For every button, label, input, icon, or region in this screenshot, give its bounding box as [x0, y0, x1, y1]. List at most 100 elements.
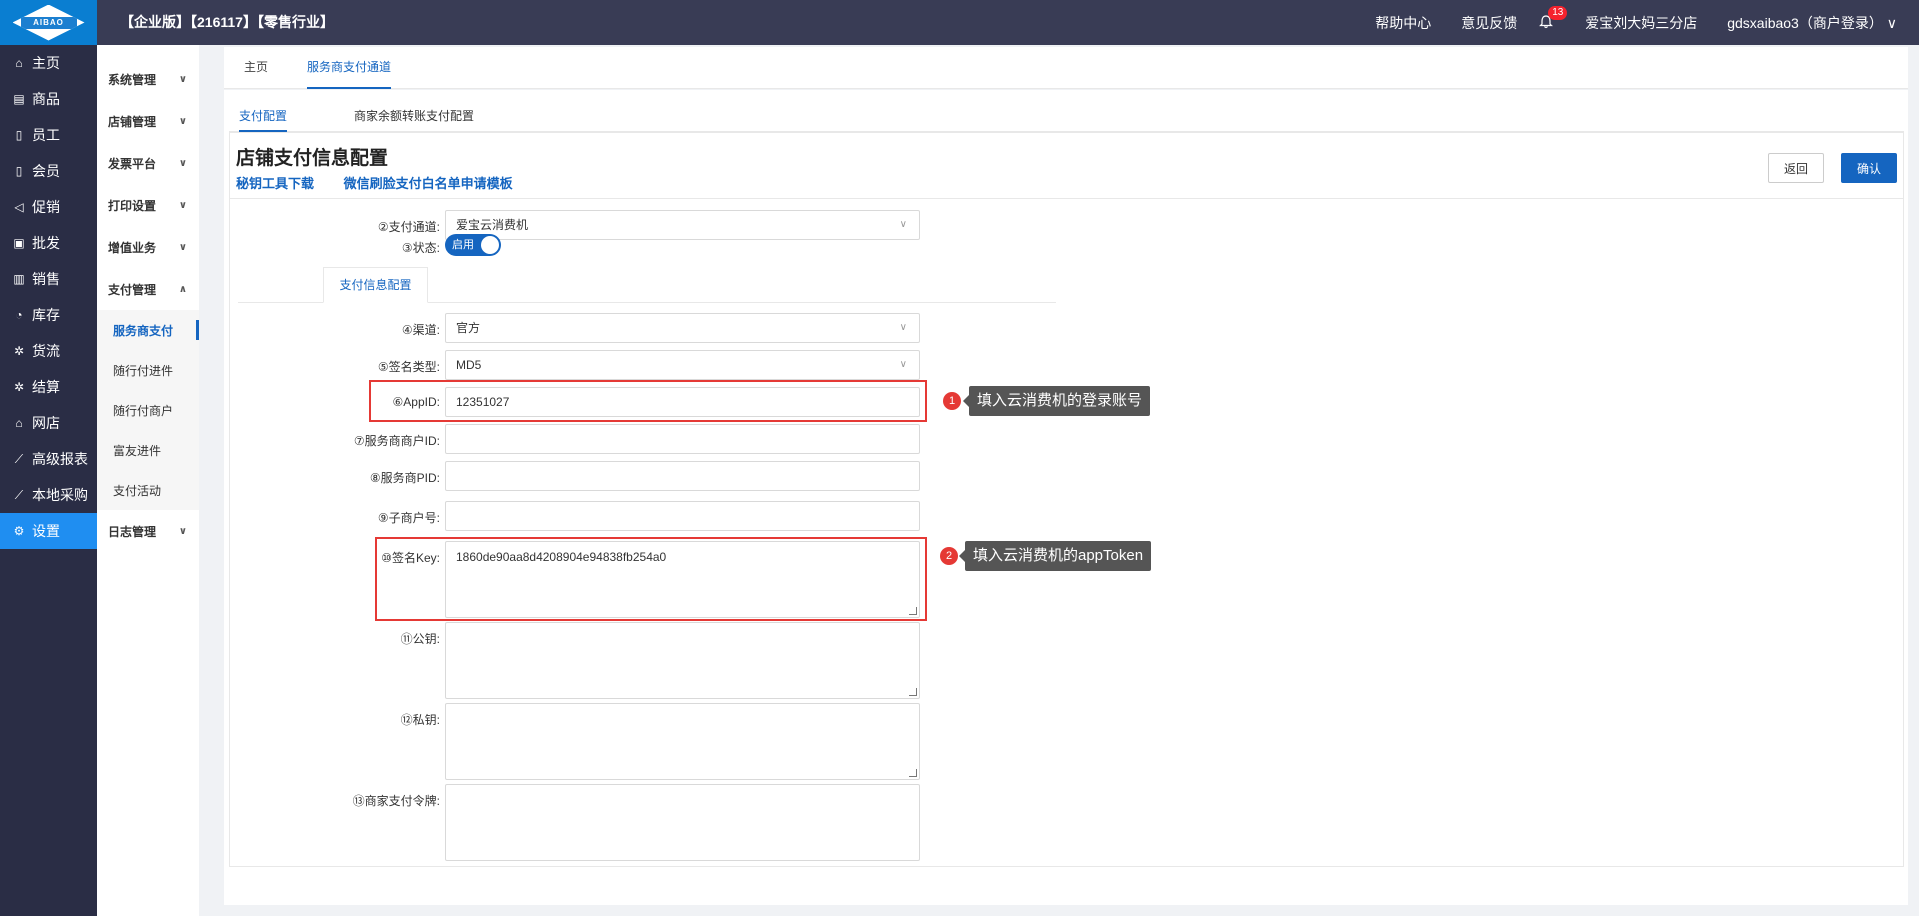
- token-textarea[interactable]: [445, 784, 920, 861]
- subnav-label: 富友进件: [113, 443, 162, 458]
- nav-item-promotion[interactable]: ◁ 促销: [0, 189, 97, 225]
- report-icon: ⟋: [14, 451, 24, 466]
- nav-label: 会员: [32, 163, 60, 179]
- shop-icon: ⌂: [15, 416, 23, 430]
- subnav-system[interactable]: 系统管理 ∨: [97, 58, 199, 100]
- confirm-button[interactable]: 确认: [1841, 153, 1897, 183]
- resize-grip-icon[interactable]: [909, 769, 917, 777]
- help-center-link[interactable]: 帮助中心: [1375, 13, 1431, 33]
- tab-transfer-config[interactable]: 商家余额转账支付配置: [354, 102, 474, 132]
- nav-item-stock[interactable]: ◔ 库存: [0, 297, 97, 333]
- config-card: 店铺支付信息配置 秘钥工具下载 微信刷脸支付白名单申请模板 返回 确认 ②支付通…: [229, 132, 1904, 867]
- status-toggle[interactable]: 启用: [445, 234, 501, 256]
- private-key-textarea[interactable]: [445, 703, 920, 780]
- download-links: 秘钥工具下载 微信刷脸支付白名单申请模板: [236, 173, 539, 192]
- tab-pay-config[interactable]: 支付配置: [239, 102, 288, 132]
- nav-label: 高级报表: [32, 451, 88, 467]
- nav-item-sales[interactable]: ▥ 销售: [0, 261, 97, 297]
- nav-item-flow[interactable]: ✲ 货流: [0, 333, 97, 369]
- subnav-item-pay-activity[interactable]: 支付活动: [97, 470, 199, 510]
- subnav-value-added[interactable]: 增值业务 ∨: [97, 226, 199, 268]
- annotation-tip-1: 填入云消费机的登录账号: [962, 386, 1151, 416]
- subnav-label: 随行付商户: [113, 403, 174, 418]
- sub-merchant-label: ⑨子商户号:: [377, 511, 440, 525]
- nav-item-goods[interactable]: ▤ 商品: [0, 81, 97, 117]
- nav-item-settings[interactable]: ⚙ 设置: [0, 513, 97, 549]
- nav-label: 结算: [32, 379, 60, 395]
- bell-icon[interactable]: 13: [1539, 5, 1568, 31]
- merchant-id-label: ⑦服务商商户ID:: [353, 434, 440, 448]
- nav-item-staff[interactable]: ▯ 员工: [0, 117, 97, 153]
- route-value: 官方: [456, 321, 481, 335]
- left-nav: ⌂ 主页 ▤ 商品 ▯ 员工 ▯ 会员 ◁ 促销 ▣ 批发 ▥ 销售 ◔ 库存 ✲ 货流 ✲ 结算 …: [0, 45, 97, 916]
- sub-merchant-input[interactable]: [445, 501, 920, 531]
- tab-provider-pay-channel[interactable]: 服务商支付通道: [307, 47, 392, 89]
- subnav-label: 随行付进件: [113, 363, 174, 378]
- nav-item-report[interactable]: ⟋ 高级报表: [0, 441, 97, 477]
- nav-item-home[interactable]: ⌂ 主页: [0, 45, 97, 81]
- subnav-label: 店铺管理: [108, 114, 157, 129]
- wholesale-icon: ▣: [13, 236, 25, 250]
- logo-diamond: AIBAO: [12, 4, 85, 41]
- sign-type-select[interactable]: MD5 ∨: [445, 350, 920, 380]
- toggle-text: 启用: [452, 239, 474, 251]
- tab-home[interactable]: 主页: [244, 47, 268, 87]
- whitelist-template-link[interactable]: 微信刷脸支付白名单申请模板: [344, 176, 513, 191]
- nav-label: 货流: [32, 343, 60, 359]
- back-button[interactable]: 返回: [1768, 153, 1824, 183]
- chevron-up-icon: ∧: [178, 283, 187, 295]
- subnav-print[interactable]: 打印设置 ∨: [97, 184, 199, 226]
- subnav-item-sxf-onboard[interactable]: 随行付进件: [97, 350, 199, 390]
- private-key-label: ⑫私钥:: [400, 713, 440, 727]
- user-name: gdsxaibao3（商户登录）: [1727, 14, 1883, 31]
- status-label: ③状态:: [401, 241, 440, 255]
- subnav-item-provider-pay[interactable]: 服务商支付: [97, 310, 199, 350]
- subnav-item-sxf-merchant[interactable]: 随行付商户: [97, 390, 199, 430]
- route-select[interactable]: 官方 ∨: [445, 313, 920, 343]
- public-key-textarea[interactable]: [445, 622, 920, 699]
- chevron-down-icon: ∨: [899, 219, 907, 230]
- resize-grip-icon[interactable]: [909, 688, 917, 696]
- chevron-down-icon: ∨: [178, 115, 187, 127]
- nav-item-shop[interactable]: ⌂ 网店: [0, 405, 97, 441]
- feedback-link[interactable]: 意见反馈: [1461, 13, 1517, 33]
- chevron-down-icon: ∨: [178, 241, 187, 253]
- channel-select[interactable]: 爱宝云消费机 ∨: [445, 210, 920, 240]
- pid-label: ⑧服务商PID:: [369, 471, 440, 485]
- subnav-label: 打印设置: [108, 198, 157, 213]
- nav-label: 设置: [32, 523, 60, 539]
- nav-label: 网店: [32, 415, 60, 431]
- goods-icon: ▤: [13, 92, 25, 106]
- chevron-down-icon: ∨: [899, 359, 907, 370]
- subnav-payment[interactable]: 支付管理 ∧: [97, 268, 199, 310]
- stock-icon: ◔: [15, 308, 23, 322]
- channel-value: 爱宝云消费机: [456, 218, 529, 232]
- subnav-label: 支付活动: [113, 483, 162, 498]
- subnav-log[interactable]: 日志管理 ∨: [97, 510, 199, 552]
- key-tool-download-link[interactable]: 秘钥工具下载: [236, 176, 314, 191]
- gear-icon: ⚙: [13, 524, 25, 538]
- logo[interactable]: AIBAO: [0, 0, 97, 45]
- subnav-store[interactable]: 店铺管理 ∨: [97, 100, 199, 142]
- chevron-down-icon: ∨: [178, 73, 187, 85]
- nav-item-purchase[interactable]: ⟋ 本地采购: [0, 477, 97, 513]
- subnav-invoice[interactable]: 发票平台 ∨: [97, 142, 199, 184]
- token-label: ⑬商家支付令牌:: [352, 794, 440, 808]
- nav-item-settle[interactable]: ✲ 结算: [0, 369, 97, 405]
- route-label: ④渠道:: [401, 323, 440, 337]
- subnav-label: 发票平台: [108, 156, 157, 171]
- sign-type-value: MD5: [456, 358, 482, 372]
- nav-item-wholesale[interactable]: ▣ 批发: [0, 225, 97, 261]
- merchant-id-input[interactable]: [445, 424, 920, 454]
- store-name[interactable]: 爱宝刘大妈三分店: [1585, 13, 1697, 33]
- tab-pay-info-config[interactable]: 支付信息配置: [323, 267, 428, 303]
- user-menu[interactable]: gdsxaibao3（商户登录） ∨: [1727, 13, 1897, 33]
- home-icon: ⌂: [15, 56, 23, 70]
- nav-item-member[interactable]: ▯ 会员: [0, 153, 97, 189]
- annotation-number-2: 2: [940, 547, 958, 565]
- chevron-down-icon: ∨: [899, 322, 907, 333]
- highlight-sign-key: [375, 537, 927, 621]
- subnav-item-fuyou-onboard[interactable]: 富友进件: [97, 430, 199, 470]
- settle-icon: ✲: [13, 380, 25, 394]
- pid-input[interactable]: [445, 461, 920, 491]
